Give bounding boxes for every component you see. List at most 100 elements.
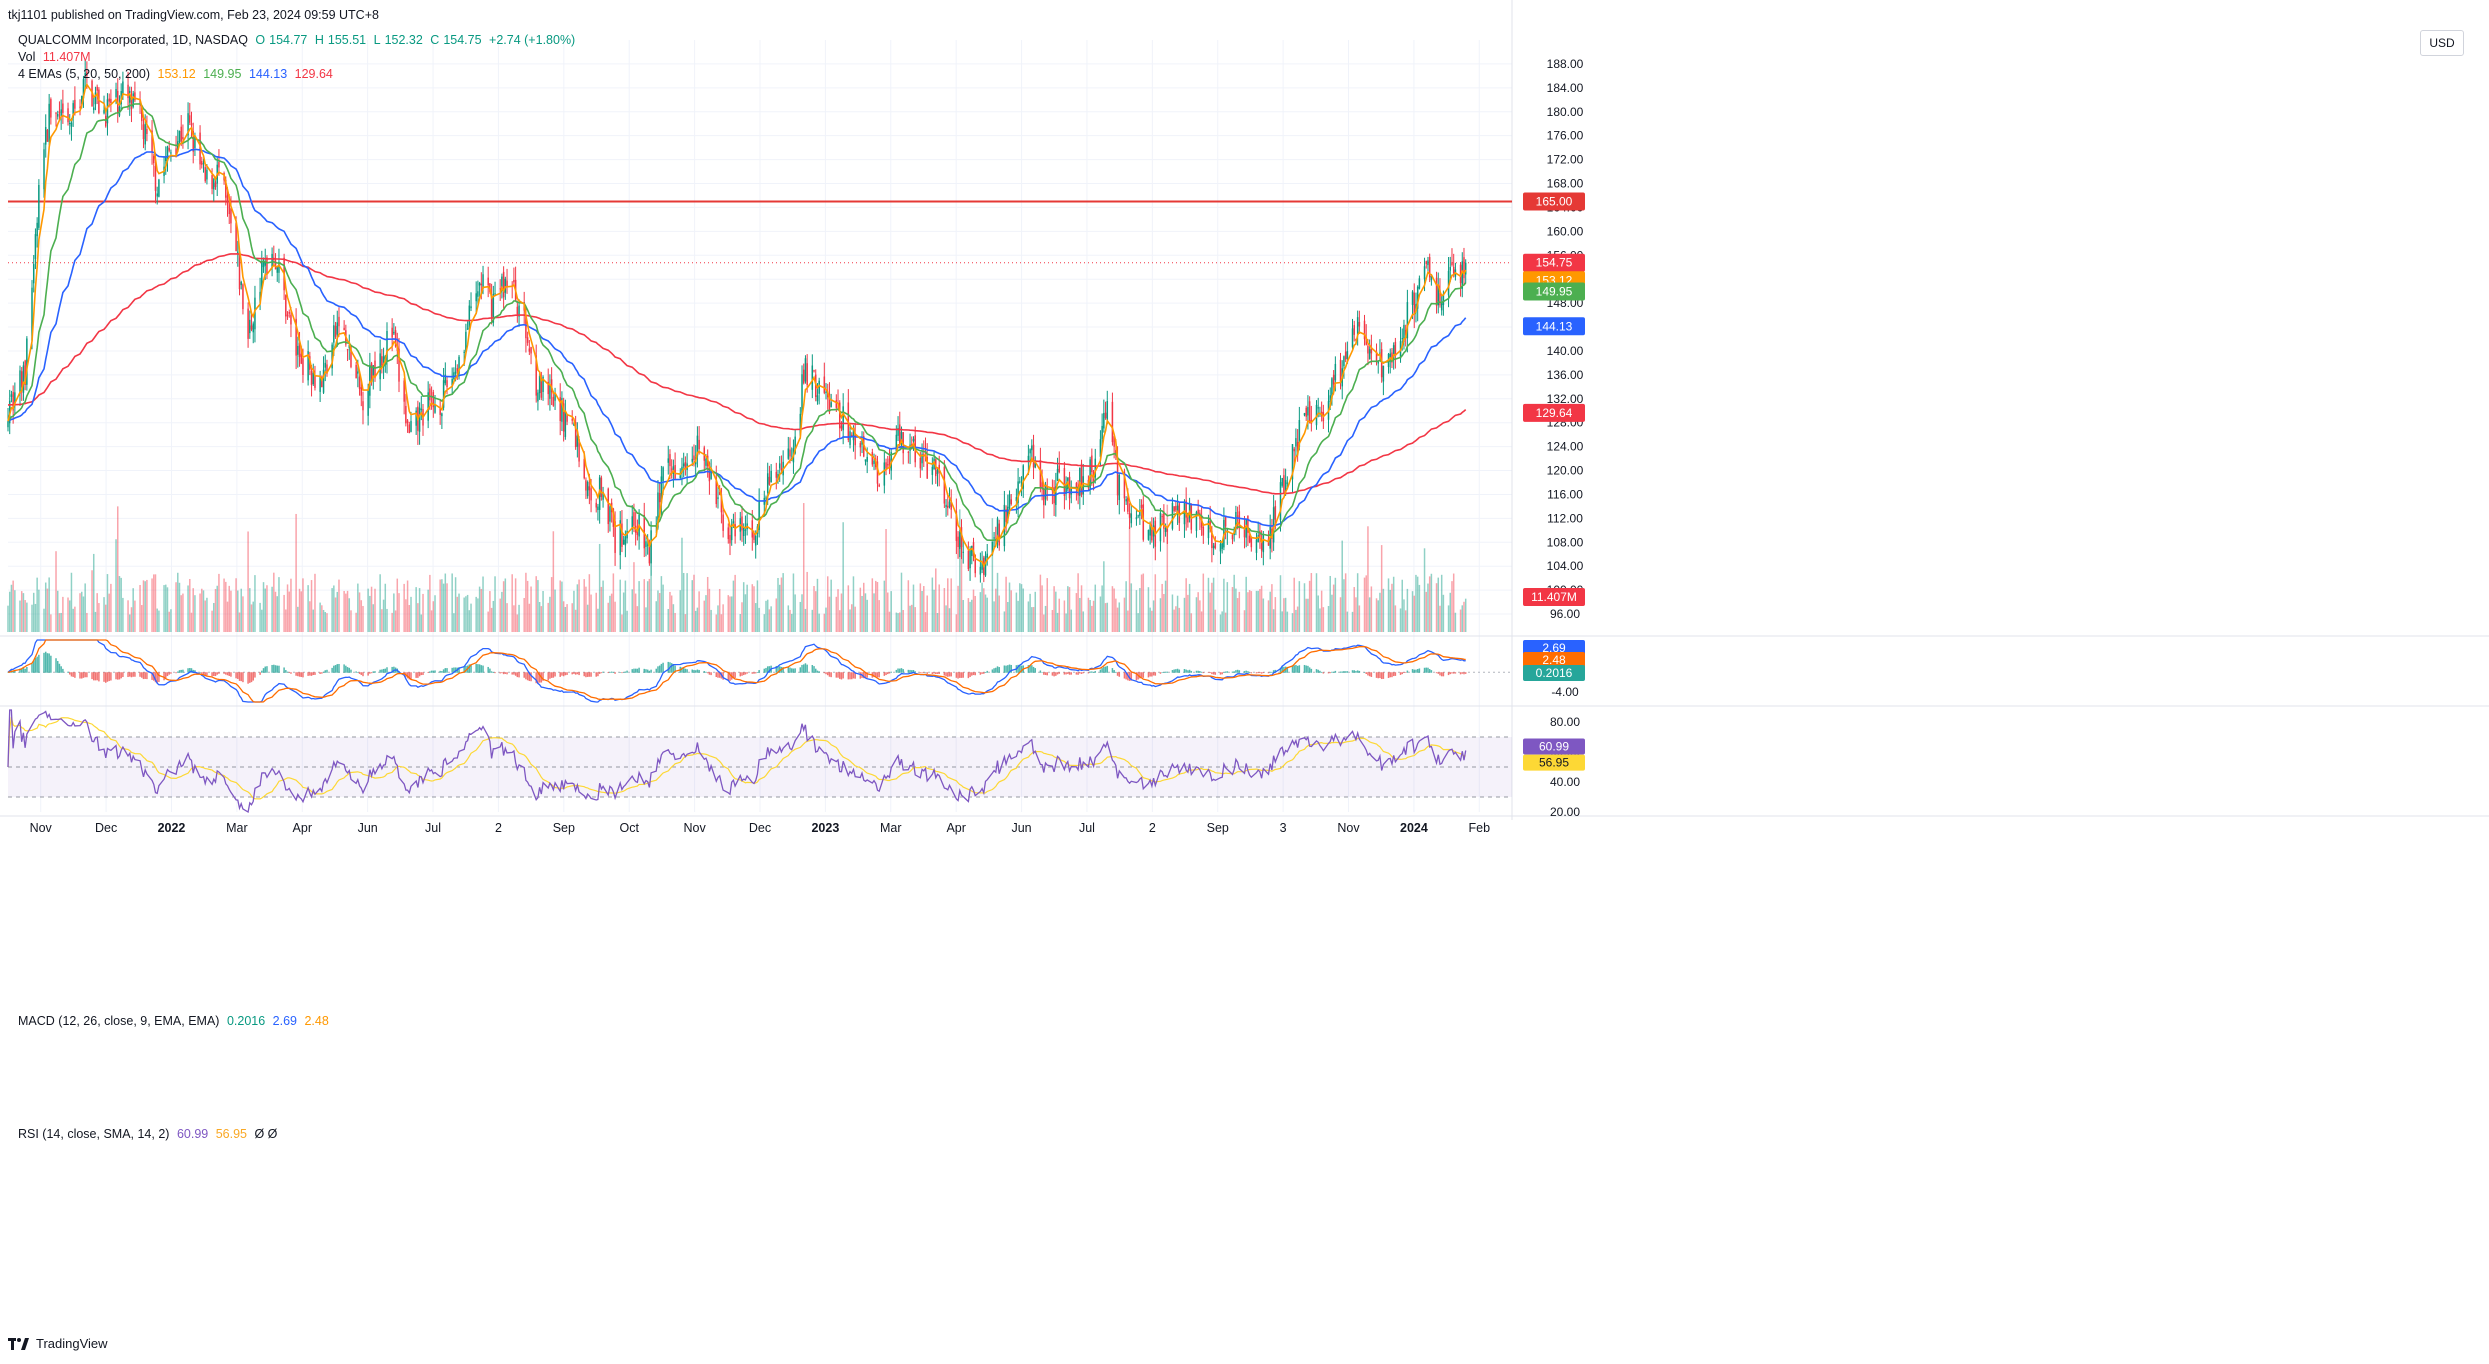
macd-histogram-bar [1293, 665, 1295, 673]
macd-histogram-bar [451, 667, 453, 673]
macd-histogram-bar [849, 672, 851, 680]
candle [850, 434, 853, 436]
volume-bar [31, 604, 33, 632]
price-tag: 149.95 [1536, 284, 1573, 298]
candle [1019, 481, 1021, 483]
volume-bar [871, 578, 874, 632]
volume-bar [60, 612, 62, 632]
macd-histogram-bar [379, 669, 381, 673]
volume-bar [295, 513, 297, 632]
volume-bar [297, 606, 299, 632]
volume-bar [242, 596, 244, 632]
macd-histogram-bar [1031, 665, 1033, 673]
time-tick-label: Dec [95, 821, 117, 835]
volume-bar [1260, 585, 1263, 632]
volume-bar [549, 596, 551, 632]
macd-histogram-bar [358, 672, 361, 674]
candle [1214, 543, 1217, 549]
volume-bar [595, 592, 597, 632]
chart-canvas[interactable]: 96.00100.00104.00108.00112.00116.00120.0… [0, 0, 2489, 1359]
volume-bar [1427, 583, 1429, 632]
volume-bar [394, 610, 397, 632]
volume-bar [307, 585, 309, 632]
macd-histogram-bar [621, 672, 623, 674]
rsi-legend[interactable]: RSI (14, close, SMA, 14, 2) 60.99 56.95 … [18, 1127, 281, 1141]
ema-legend[interactable]: 4 EMAs (5, 20, 50, 200) 153.12 149.95 14… [18, 67, 337, 81]
volume-bar [1159, 598, 1162, 632]
candle [190, 123, 193, 126]
macd-histogram-bar [1368, 672, 1371, 677]
macd-histogram-bar [67, 671, 69, 673]
macd-histogram-bar [1142, 672, 1145, 678]
volume-bar [310, 580, 313, 632]
volume-bar [1031, 607, 1033, 632]
volume-legend[interactable]: Vol 11.407M [18, 50, 95, 64]
macd-histogram-bar [201, 672, 203, 674]
volume-bar [864, 593, 867, 632]
candle [516, 306, 519, 315]
macd-histogram-bar [837, 672, 839, 678]
volume-bar [907, 580, 910, 632]
macd-histogram-bar [1403, 672, 1405, 673]
candle [727, 527, 730, 540]
macd-legend[interactable]: MACD (12, 26, close, 9, EMA, EMA) 0.2016… [18, 1014, 333, 1028]
vol-label: Vol [18, 50, 36, 64]
macd-histogram-bar [1353, 670, 1355, 673]
macd-histogram-bar [650, 669, 652, 673]
macd-histogram-bar [948, 672, 951, 677]
macd-histogram-bar [1389, 672, 1391, 678]
currency-button[interactable]: USD [2420, 30, 2464, 56]
volume-bar [826, 576, 829, 632]
candle [993, 537, 995, 539]
volume-bar [887, 592, 889, 632]
macd-histogram-bar [597, 672, 599, 677]
macd-histogram-bar [242, 672, 244, 683]
volume-bar [1274, 597, 1277, 632]
volume-bar [262, 582, 265, 632]
volume-bar [1008, 582, 1011, 632]
ema20-line [7, 103, 1467, 542]
candle [1224, 516, 1227, 527]
candle [957, 536, 959, 548]
macd-histogram-bar [439, 670, 441, 673]
volume-bar [98, 603, 100, 632]
candle [391, 327, 393, 338]
candle [68, 122, 71, 124]
symbol-legend[interactable]: QUALCOMM Incorporated, 1D, NASDAQ O 154.7… [18, 33, 583, 47]
candle [765, 497, 767, 499]
volume-bar [502, 581, 505, 632]
macd-histogram-bar [691, 669, 694, 673]
candle [1127, 497, 1129, 512]
volume-bar [379, 574, 381, 632]
volume-bar [991, 518, 994, 632]
macd-histogram-bar [182, 669, 184, 673]
volume-bar [499, 598, 501, 632]
volume-bar [70, 572, 73, 632]
volume-bar [909, 605, 911, 632]
price-tick-label: 184.00 [1547, 81, 1584, 95]
macd-histogram-bar [694, 670, 697, 673]
macd-histogram-bar [36, 656, 38, 673]
symbol-title[interactable]: QUALCOMM Incorporated, 1D, NASDAQ [18, 33, 248, 47]
candle [228, 202, 230, 215]
candle [1031, 445, 1033, 451]
macd-histogram-bar [139, 672, 141, 677]
rsi-tick-label: 80.00 [1550, 715, 1580, 729]
macd-histogram-bar [1461, 672, 1464, 674]
macd-histogram-bar [1310, 668, 1313, 673]
macd-histogram-bar [971, 672, 973, 676]
tradingview-logo[interactable]: TradingView [8, 1336, 108, 1351]
macd-histogram-bar [602, 671, 604, 673]
macd-histogram-bar [429, 671, 431, 673]
macd-histogram-bar [130, 672, 133, 678]
candle [967, 550, 970, 570]
macd-histogram-bar [890, 671, 892, 673]
macd-histogram-bar [1356, 670, 1359, 673]
macd-histogram-bar [636, 668, 639, 673]
volume-bar [967, 598, 970, 632]
macd-histogram-bar [1303, 664, 1306, 673]
macd-histogram-bar [1176, 668, 1179, 673]
macd-histogram-bar [790, 668, 793, 673]
volume-bar [84, 583, 86, 632]
macd-histogram-bar [610, 671, 613, 673]
